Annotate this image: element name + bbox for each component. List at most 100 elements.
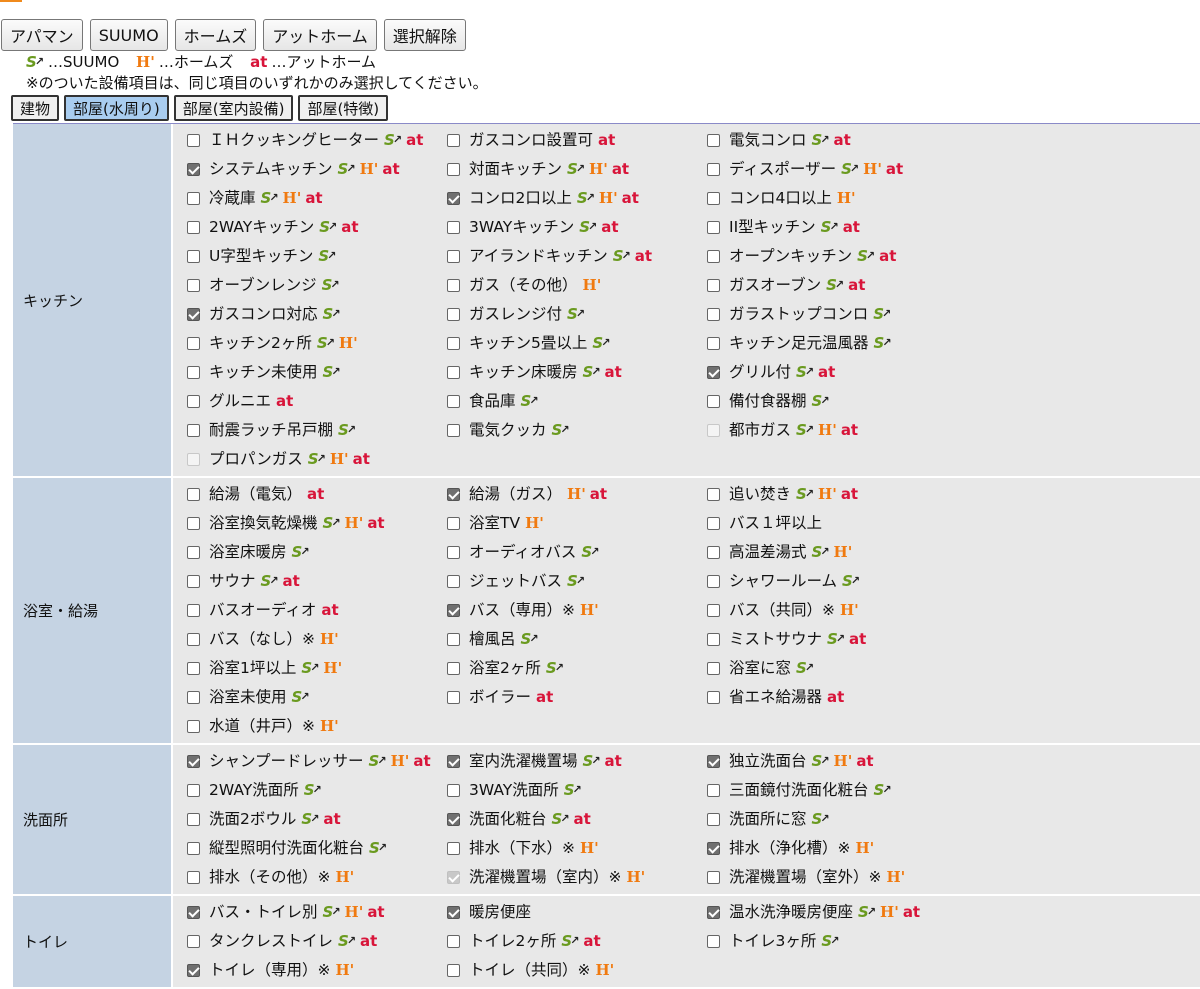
equipment-item[interactable]: アイランドキッチン S↗ at <box>447 242 707 271</box>
equipment-item[interactable]: ミストサウナ S↗ at <box>707 625 967 654</box>
equipment-item[interactable]: 電気コンロ S↗ at <box>707 126 967 155</box>
equipment-item[interactable]: システムキッチン S↗ H' at <box>187 155 447 184</box>
checkbox[interactable] <box>447 163 460 176</box>
checkbox[interactable] <box>707 755 720 768</box>
checkbox[interactable] <box>707 604 720 617</box>
equipment-item[interactable]: トイレ2ヶ所 S↗ at <box>447 927 707 956</box>
homes-button[interactable]: ホームズ <box>174 19 257 51</box>
checkbox[interactable] <box>447 134 460 147</box>
equipment-item[interactable]: バス（なし）※ H' <box>187 625 447 654</box>
equipment-item[interactable]: 縦型照明付洗面化粧台 S↗ <box>187 834 447 863</box>
checkbox[interactable] <box>707 662 720 675</box>
equipment-item[interactable]: 浴室に窓 S↗ <box>707 654 967 683</box>
equipment-item[interactable]: U字型キッチン S↗ <box>187 242 447 271</box>
equipment-item[interactable]: 給湯（電気） at <box>187 480 447 509</box>
checkbox[interactable] <box>707 192 720 205</box>
equipment-item[interactable]: ガスレンジ付 S↗ <box>447 300 707 329</box>
equipment-item[interactable]: 洗面所に窓 S↗ <box>707 805 967 834</box>
checkbox[interactable] <box>707 279 720 292</box>
equipment-item[interactable]: 暖房便座 <box>447 898 707 927</box>
equipment-item[interactable]: オーディオバス S↗ <box>447 538 707 567</box>
checkbox[interactable] <box>187 250 200 263</box>
checkbox[interactable] <box>447 755 460 768</box>
checkbox[interactable] <box>707 488 720 501</box>
checkbox[interactable] <box>447 691 460 704</box>
equipment-item[interactable]: バスオーディオ at <box>187 596 447 625</box>
equipment-item[interactable]: サウナ S↗ at <box>187 567 447 596</box>
equipment-item[interactable]: 電気クッカ S↗ <box>447 416 707 445</box>
equipment-item[interactable]: 三面鏡付洗面化粧台 S↗ <box>707 776 967 805</box>
equipment-item[interactable]: II型キッチン S↗ at <box>707 213 967 242</box>
checkbox[interactable] <box>447 395 460 408</box>
checkbox[interactable] <box>447 935 460 948</box>
equipment-item[interactable]: 洗濯機置場（室内）※ H' <box>447 863 707 892</box>
equipment-item[interactable]: グルニエ at <box>187 387 447 416</box>
equipment-item[interactable]: トイレ（専用）※ H' <box>187 956 447 985</box>
equipment-item[interactable]: ボイラー at <box>447 683 707 712</box>
checkbox[interactable] <box>187 308 200 321</box>
checkbox[interactable] <box>187 546 200 559</box>
checkbox[interactable] <box>707 842 720 855</box>
checkbox[interactable] <box>707 163 720 176</box>
equipment-item[interactable]: ジェットバス S↗ <box>447 567 707 596</box>
checkbox[interactable] <box>447 842 460 855</box>
equipment-item[interactable]: オープンキッチン S↗ at <box>707 242 967 271</box>
checkbox[interactable] <box>707 813 720 826</box>
checkbox[interactable] <box>447 279 460 292</box>
equipment-item[interactable]: 浴室換気乾燥機 S↗ H' at <box>187 509 447 538</box>
checkbox[interactable] <box>187 517 200 530</box>
checkbox[interactable] <box>187 575 200 588</box>
checkbox[interactable] <box>707 633 720 646</box>
checkbox[interactable] <box>187 221 200 234</box>
equipment-item[interactable]: キッチン5畳以上 S↗ <box>447 329 707 358</box>
checkbox[interactable] <box>187 964 200 977</box>
equipment-item[interactable]: ＩＨクッキングヒーター S↗ at <box>187 126 447 155</box>
checkbox[interactable] <box>447 604 460 617</box>
checkbox[interactable] <box>447 337 460 350</box>
equipment-item[interactable]: ガス（その他） H' <box>447 271 707 300</box>
checkbox[interactable] <box>187 633 200 646</box>
checkbox[interactable] <box>707 871 720 884</box>
equipment-item[interactable]: 3WAYキッチン S↗ at <box>447 213 707 242</box>
tab-room-interior[interactable]: 部屋(室内設備) <box>173 95 294 121</box>
equipment-item[interactable]: バス（共同）※ H' <box>707 596 967 625</box>
equipment-item[interactable]: 都市ガス S↗ H' at <box>707 416 967 445</box>
checkbox[interactable] <box>447 250 460 263</box>
equipment-item[interactable]: 追い焚き S↗ H' at <box>707 480 967 509</box>
equipment-item[interactable]: 備付食器棚 S↗ <box>707 387 967 416</box>
checkbox[interactable] <box>447 633 460 646</box>
checkbox[interactable] <box>707 250 720 263</box>
equipment-item[interactable]: 対面キッチン S↗ H' at <box>447 155 707 184</box>
equipment-item[interactable]: 食品庫 S↗ <box>447 387 707 416</box>
tab-building[interactable]: 建物 <box>11 95 60 121</box>
equipment-item[interactable]: 耐震ラッチ吊戸棚 S↗ <box>187 416 447 445</box>
equipment-item[interactable]: 温水洗浄暖房便座 S↗ H' at <box>707 898 967 927</box>
equipment-item[interactable]: バス・トイレ別 S↗ H' at <box>187 898 447 927</box>
equipment-item[interactable]: オーブンレンジ S↗ <box>187 271 447 300</box>
checkbox[interactable] <box>187 134 200 147</box>
equipment-item[interactable]: 排水（浄化槽）※ H' <box>707 834 967 863</box>
checkbox[interactable] <box>187 691 200 704</box>
checkbox[interactable] <box>187 424 200 437</box>
checkbox[interactable] <box>707 366 720 379</box>
equipment-item[interactable]: 高温差湯式 S↗ H' <box>707 538 967 567</box>
equipment-item[interactable]: バス１坪以上 <box>707 509 967 538</box>
apaman-button[interactable]: アパマン <box>1 19 83 51</box>
equipment-item[interactable]: 洗濯機置場（室外）※ H' <box>707 863 967 892</box>
equipment-item[interactable]: トイレ3ヶ所 S↗ <box>707 927 967 956</box>
checkbox[interactable] <box>187 337 200 350</box>
checkbox[interactable] <box>187 192 200 205</box>
equipment-item[interactable]: 洗面2ボウル S↗ at <box>187 805 447 834</box>
suumo-button[interactable]: SUUMO <box>89 19 168 51</box>
checkbox[interactable] <box>447 424 460 437</box>
checkbox[interactable] <box>447 662 460 675</box>
equipment-item[interactable]: グリル付 S↗ at <box>707 358 967 387</box>
checkbox[interactable] <box>187 395 200 408</box>
checkbox[interactable] <box>187 720 200 733</box>
checkbox[interactable] <box>707 134 720 147</box>
checkbox[interactable] <box>447 221 460 234</box>
checkbox[interactable] <box>187 813 200 826</box>
checkbox[interactable] <box>447 813 460 826</box>
equipment-item[interactable]: 檜風呂 S↗ <box>447 625 707 654</box>
equipment-item[interactable]: 浴室1坪以上 S↗ H' <box>187 654 447 683</box>
